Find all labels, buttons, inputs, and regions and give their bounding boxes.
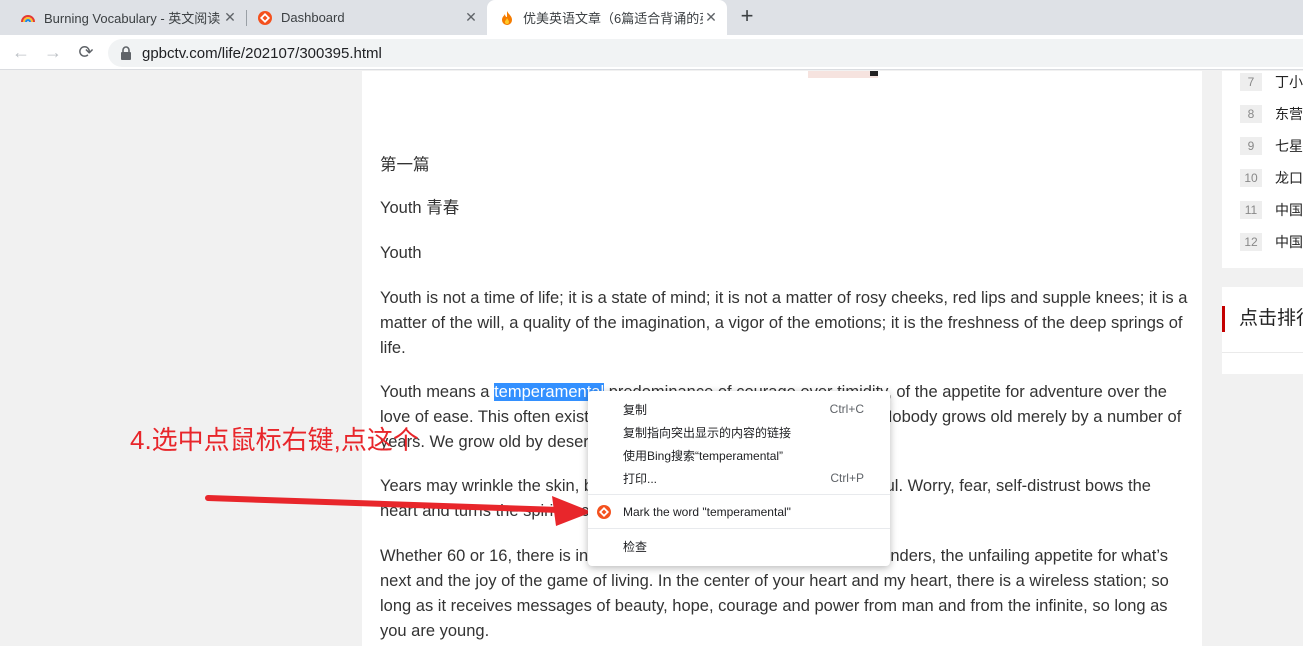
menu-item-copy[interactable]: 复制 Ctrl+C	[588, 398, 890, 420]
menu-item-label: 使用Bing搜索“temperamental”	[623, 448, 784, 463]
menu-item-label: 打印...	[623, 471, 658, 486]
menu-item-label: 检查	[623, 539, 648, 554]
menu-item-label: 复制	[623, 402, 648, 417]
menu-item-inspect[interactable]: 检查	[588, 535, 890, 557]
burning-vocabulary-icon	[597, 505, 611, 519]
menu-item-label: Mark the word "temperamental"	[623, 505, 791, 519]
context-menu: 复制 Ctrl+C 复制指向突出显示的内容的链接 使用Bing搜索“temper…	[588, 391, 890, 566]
menu-separator	[588, 528, 890, 529]
menu-item-search-bing[interactable]: 使用Bing搜索“temperamental”	[588, 444, 890, 466]
menu-item-mark-word[interactable]: Mark the word "temperamental"	[588, 501, 890, 523]
menu-item-shortcut: Ctrl+C	[829, 402, 864, 416]
menu-item-shortcut: Ctrl+P	[830, 471, 864, 485]
menu-item-label: 复制指向突出显示的内容的链接	[623, 425, 792, 440]
menu-item-copy-link-to-highlight[interactable]: 复制指向突出显示的内容的链接	[588, 421, 890, 443]
menu-item-print[interactable]: 打印... Ctrl+P	[588, 467, 890, 489]
menu-separator	[588, 494, 890, 495]
